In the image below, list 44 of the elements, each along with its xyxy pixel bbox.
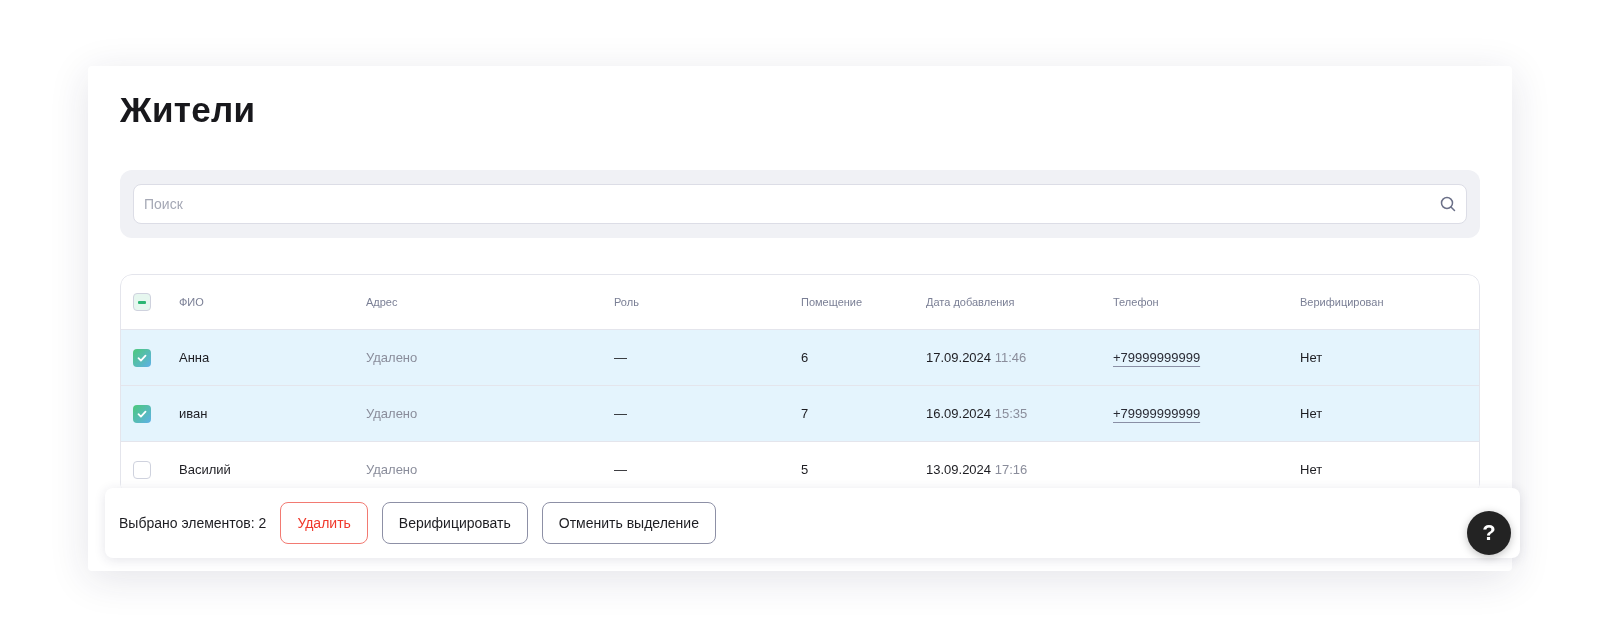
address-cell-text: Удалено	[366, 350, 419, 365]
checkbox[interactable]	[133, 348, 151, 367]
room-cell-text: 6	[801, 350, 810, 365]
name-cell-text: Василий	[179, 462, 232, 477]
selection-count: Выбрано элементов: 2	[119, 515, 267, 531]
table-row[interactable]: иван Удалено — 7 16.09.2024 15:35 +79999999999 Нет	[121, 385, 1479, 441]
column-header: Телефон	[1113, 296, 1160, 308]
address-cell-text: Удалено	[366, 406, 419, 421]
checkbox[interactable]	[133, 293, 151, 311]
time-text: 17:16	[994, 462, 1028, 477]
checkbox[interactable]	[133, 404, 151, 423]
verified-cell-text: Нет	[1300, 350, 1324, 365]
date-text: 16.09.2024	[926, 406, 992, 421]
phone-link[interactable]: +79999999999	[1113, 350, 1201, 365]
action-button[interactable]: Отменить выделение	[541, 502, 716, 544]
column-header: Роль	[614, 296, 640, 308]
room-cell-text: 7	[801, 406, 810, 421]
column-header: Помещение	[801, 296, 864, 308]
page-title: Жители	[120, 89, 257, 131]
column-header: Дата добавления	[926, 296, 1016, 308]
time-text: 11:46	[994, 350, 1027, 365]
room-cell-text: 5	[801, 462, 810, 477]
table-row[interactable]: Анна Удалено — 6 17.09.2024 11:46 +79999999999 Нет	[121, 329, 1479, 385]
column-header: ФИО	[179, 296, 205, 308]
search-icon[interactable]	[1440, 196, 1456, 212]
date-text: 13.09.2024	[926, 462, 992, 477]
column-header: Адрес	[366, 296, 399, 308]
checkbox[interactable]	[133, 460, 151, 479]
role-cell-text: —	[614, 350, 628, 365]
date-text: 17.09.2024	[926, 350, 992, 365]
column-header: Верифицирован	[1300, 296, 1385, 308]
address-cell-text: Удалено	[366, 462, 419, 477]
verified-cell-text: Нет	[1300, 406, 1324, 421]
time-text: 15:35	[994, 406, 1028, 421]
delete-button[interactable]: Удалить	[280, 502, 368, 544]
phone-link[interactable]: +79999999999	[1113, 406, 1201, 421]
role-cell-text: —	[614, 462, 628, 477]
name-cell-text: Анна	[179, 350, 211, 365]
verified-cell-text: Нет	[1300, 462, 1324, 477]
name-cell-text: иван	[179, 406, 209, 421]
search-field[interactable]: Поиск	[133, 184, 1467, 224]
action-button[interactable]: Верифицировать	[381, 502, 528, 544]
dash-icon	[138, 300, 146, 304]
role-cell-text: —	[614, 406, 628, 421]
